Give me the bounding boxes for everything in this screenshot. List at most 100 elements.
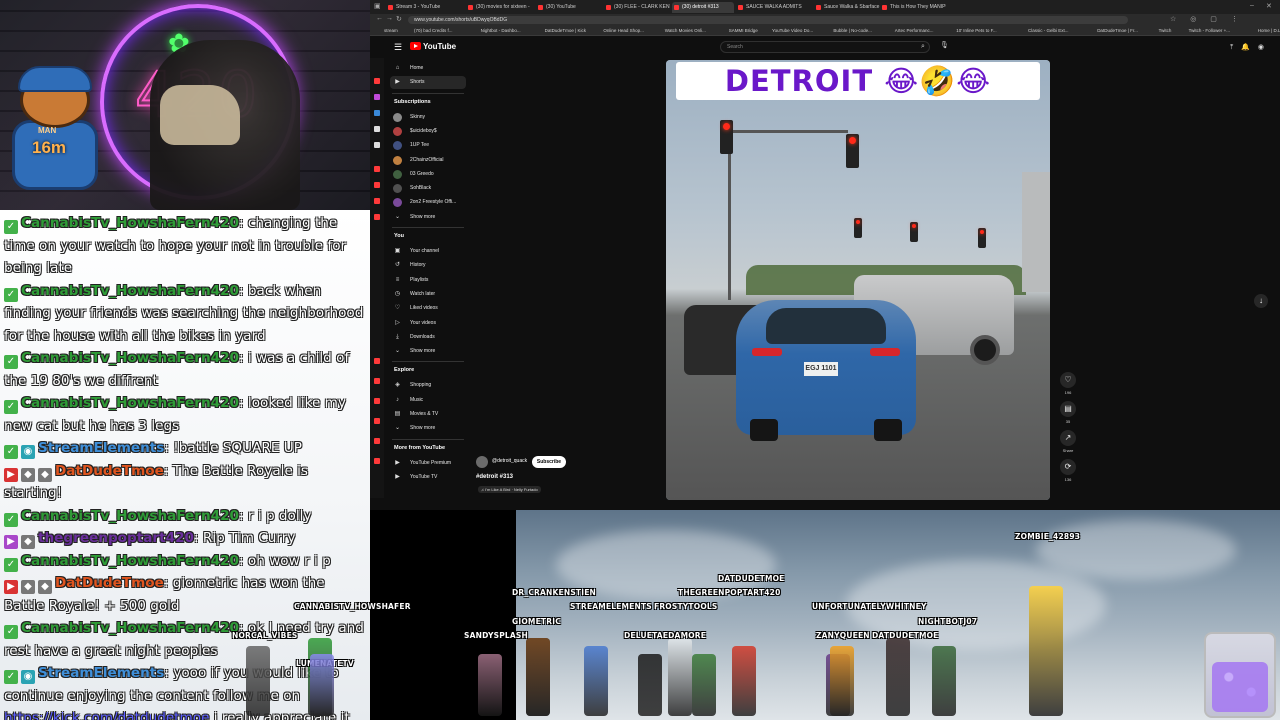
chat-username[interactable]: CannabisTv_HowshaFern420	[21, 508, 239, 524]
chat-username[interactable]: CannabisTv_HowshaFern420	[21, 350, 239, 366]
more-item[interactable]: ▶ YouTube Premium	[390, 457, 466, 470]
bookmark-item[interactable]: SAMMI Bridge	[729, 27, 758, 35]
more-from-youtube-header[interactable]: More from YouTube	[394, 445, 445, 451]
bookmark-item[interactable]: 10' Inline Pets to F...	[956, 27, 996, 35]
mic-icon[interactable]: 🎙	[940, 41, 949, 49]
rail-tab-icon[interactable]	[374, 110, 380, 116]
you-item[interactable]: ▷ Your videos	[390, 317, 466, 330]
chat-username[interactable]: DatDudeTmoe	[55, 463, 164, 479]
rail-tab-icon[interactable]	[374, 458, 380, 464]
you-item[interactable]: ▣ Your channel	[390, 245, 466, 258]
chat-username[interactable]: CannabisTv_HowshaFern420	[21, 553, 239, 569]
forward-icon[interactable]: →	[386, 15, 393, 22]
rail-tab-icon[interactable]	[374, 378, 380, 384]
bookmark-item[interactable]: Home | D.LF	[1258, 27, 1280, 35]
bookmark-item[interactable]: YouTube Video Do...	[772, 27, 813, 35]
chat-link[interactable]: https://kick.com/datdudetmoe	[4, 710, 209, 720]
rail-tab-icon[interactable]	[374, 418, 380, 424]
bookmark-item[interactable]: Classic - Gelbi Ext...	[1028, 27, 1069, 35]
rail-tab-icon[interactable]	[374, 142, 380, 148]
shorts-video[interactable]: EGJ 1101 DETROIT 😂🤣😂	[666, 60, 1050, 500]
you-item[interactable]: ◷ Watch later	[390, 288, 466, 301]
minimize-icon[interactable]: –	[1250, 2, 1254, 9]
explore-header[interactable]: Explore	[394, 367, 414, 373]
bookmark-item[interactable]: Artec Performanc...	[895, 27, 934, 35]
bookmark-item[interactable]: Nightbot - Dashbo...	[481, 27, 521, 35]
rail-tab-icon[interactable]	[374, 358, 380, 364]
bookmark-item[interactable]: DatDudeTmoe | Kick	[545, 27, 586, 35]
browser-tab[interactable]: SAUCE WALKA ADMITS T	[736, 2, 802, 13]
subscription-item[interactable]: $uicideboy$	[390, 125, 466, 138]
comment-icon[interactable]: ▤	[1060, 401, 1076, 417]
more-item[interactable]: ▶ YouTube TV	[390, 471, 466, 484]
video-title[interactable]: #detroit #313	[476, 474, 513, 480]
next-short-icon[interactable]: ↓	[1254, 294, 1268, 308]
bookmark-item[interactable]: (70) bad Credits f...	[414, 27, 453, 35]
explore-item[interactable]: ▤ Movies & TV	[390, 408, 466, 421]
search-icon[interactable]: ⌕	[914, 41, 932, 53]
show-more-button[interactable]: ⌄ Show more	[390, 211, 466, 224]
channel-avatar[interactable]	[476, 456, 488, 468]
back-icon[interactable]: ←	[376, 15, 383, 22]
chat-username[interactable]: CannabisTv_HowshaFern420	[21, 395, 239, 411]
subscriptions-header[interactable]: Subscriptions	[394, 99, 431, 105]
explore-item[interactable]: ♪ Music	[390, 394, 466, 407]
menu-icon[interactable]: ☰	[394, 42, 402, 53]
channel-name[interactable]: @detroit_quack	[492, 458, 527, 464]
show-more-button[interactable]: ⌄ Show more	[390, 345, 466, 358]
browser-tab[interactable]: This is How They MANIPU	[880, 2, 946, 13]
rail-tab-icon[interactable]	[374, 182, 380, 188]
browser-tab[interactable]: (30) FLEE - CLARK KENT	[604, 2, 670, 13]
bookmark-item[interactable]: Bubble | No-code...	[833, 27, 871, 35]
you-header[interactable]: You	[394, 233, 404, 239]
chat-username[interactable]: StreamElements	[38, 440, 164, 456]
extension-icons[interactable]: ☆ ◎ ▢ ⋮	[1170, 15, 1244, 23]
bookmark-item[interactable]: Twitch	[1159, 27, 1172, 35]
rail-tab-icon[interactable]	[374, 438, 380, 444]
you-item[interactable]: ⤓ Downloads	[390, 331, 466, 344]
you-item[interactable]: ↺ History	[390, 259, 466, 272]
chat-username[interactable]: CannabisTv_HowshaFern420	[21, 620, 239, 636]
close-window-icon[interactable]: ✕	[1266, 2, 1272, 10]
you-item[interactable]: ♡ Liked videos	[390, 302, 466, 315]
chat-username[interactable]: thegreenpoptart420	[38, 530, 194, 546]
window-menu-icon[interactable]: ▣	[374, 2, 381, 10]
browser-tab[interactable]: (30) YouTube	[536, 2, 602, 13]
bookmark-item[interactable]: Twitch - Follower +...	[1189, 27, 1230, 35]
header-icons[interactable]: ⤒🔔◉	[1230, 43, 1272, 52]
subscription-item[interactable]: 1UP Tee	[390, 139, 466, 152]
browser-tab[interactable]: Stream 3 - YouTube	[386, 2, 452, 13]
bookmark-item[interactable]: Online Head Shop...	[603, 27, 644, 35]
like-icon[interactable]: ♡	[1060, 372, 1076, 388]
browser-tab[interactable]: Sauce Walka & Sbarface -	[814, 2, 880, 13]
rail-tab-icon[interactable]	[374, 214, 380, 220]
rail-tab-icon[interactable]	[374, 166, 380, 172]
subscription-item[interactable]: Skinny	[390, 111, 466, 124]
youtube-logo[interactable]: YouTube	[410, 42, 456, 51]
rail-tab-icon[interactable]	[374, 94, 380, 100]
subscription-item[interactable]: 03 Greedo	[390, 168, 466, 181]
search-input[interactable]: Search	[720, 41, 930, 53]
show-more-button[interactable]: ⌄ Show more	[390, 422, 466, 435]
bookmark-item[interactable]: Watch Movies Onli...	[665, 27, 706, 35]
subscription-item[interactable]: 2on2 Freestyle Offi...	[390, 196, 466, 209]
remix-icon[interactable]: ⟳	[1060, 459, 1076, 475]
bookmark-item[interactable]: stream	[384, 27, 398, 35]
sidebar-item-shorts[interactable]: ▶ Shorts	[390, 76, 466, 90]
sidebar-item-home[interactable]: ⌂ Home	[390, 62, 466, 75]
rail-tab-icon[interactable]	[374, 198, 380, 204]
explore-item[interactable]: ◈ Shopping	[390, 379, 466, 392]
rail-tab-icon[interactable]	[374, 126, 380, 132]
bookmark-item[interactable]: DatDudeTmoe | Fr...	[1097, 27, 1138, 35]
subscription-item[interactable]: SohBlack	[390, 182, 466, 195]
music-tag[interactable]: ♫ I'm Like A Bird · Nelly Furtado	[478, 486, 541, 493]
share-icon[interactable]: ↗	[1060, 430, 1076, 446]
subscribe-button[interactable]: Subscribe	[532, 456, 566, 468]
url-field[interactable]: www.youtube.com/shorts/uBDwyqOBdDG	[408, 16, 1128, 24]
browser-tab[interactable]: (30) movies for sixteen -	[466, 2, 532, 13]
chat-username[interactable]: CannabisTv_HowshaFern420	[21, 215, 239, 231]
chat-username[interactable]: StreamElements	[38, 665, 164, 681]
browser-tab[interactable]: (30) detroit #313	[672, 2, 734, 13]
rail-tab-icon[interactable]	[374, 78, 380, 84]
rail-tab-icon[interactable]	[374, 398, 380, 404]
